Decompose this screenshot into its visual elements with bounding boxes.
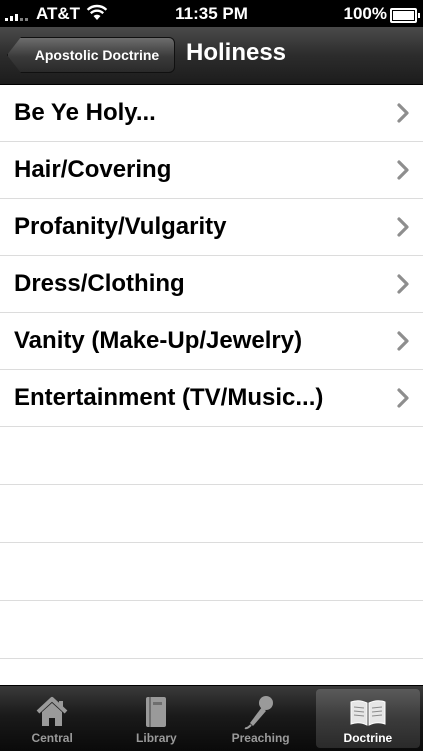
- back-button[interactable]: Apostolic Doctrine: [7, 37, 175, 73]
- tab-label: Preaching: [231, 731, 290, 745]
- tab-doctrine[interactable]: Doctrine: [315, 689, 420, 748]
- microphone-icon: [244, 696, 273, 730]
- list-item-label: Vanity (Make-Up/Jewelry): [14, 327, 303, 354]
- tab-label: Doctrine: [343, 731, 393, 745]
- list-item-label: Entertainment (TV/Music...): [14, 384, 324, 411]
- empty-row: [0, 543, 423, 601]
- empty-row: [0, 601, 423, 659]
- list-item-label: Hair/Covering: [14, 156, 172, 183]
- chevron-right-icon: [397, 217, 409, 237]
- chevron-right-icon: [397, 160, 409, 180]
- list-item-label: Profanity/Vulgarity: [14, 213, 227, 240]
- list-item[interactable]: Vanity (Make-Up/Jewelry): [0, 313, 423, 370]
- empty-row: [0, 427, 423, 485]
- empty-row: [0, 485, 423, 543]
- battery-icon: [390, 8, 420, 23]
- tab-label: Central: [31, 731, 73, 745]
- tab-library[interactable]: Library: [104, 686, 208, 751]
- chevron-right-icon: [397, 388, 409, 408]
- page-title: Holiness: [186, 39, 287, 66]
- tab-label: Library: [136, 731, 177, 745]
- list-item-label: Dress/Clothing: [14, 270, 185, 297]
- chevron-right-icon: [397, 331, 409, 351]
- chevron-right-icon: [397, 103, 409, 123]
- list-item[interactable]: Entertainment (TV/Music...): [0, 370, 423, 427]
- list-item[interactable]: Be Ye Holy...: [0, 85, 423, 142]
- topic-list: Be Ye Holy... Hair/Covering Profanity/Vu…: [0, 85, 423, 659]
- list-item[interactable]: Hair/Covering: [0, 142, 423, 199]
- battery-percentage: 100%: [343, 4, 387, 23]
- tab-preaching[interactable]: Preaching: [209, 686, 313, 751]
- list-item-label: Be Ye Holy...: [14, 99, 156, 126]
- book-icon: [146, 697, 167, 727]
- list-item[interactable]: Profanity/Vulgarity: [0, 199, 423, 256]
- status-bar: AT&T 11:35 PM 100%: [0, 0, 423, 27]
- list-item[interactable]: Dress/Clothing: [0, 256, 423, 313]
- tab-central[interactable]: Central: [0, 686, 104, 751]
- home-icon: [36, 697, 68, 726]
- open-book-icon: [350, 700, 386, 726]
- chevron-right-icon: [397, 274, 409, 294]
- navigation-bar: Apostolic Doctrine Holiness: [0, 27, 423, 85]
- tab-bar: Central Library Preaching Doctrine: [0, 685, 423, 751]
